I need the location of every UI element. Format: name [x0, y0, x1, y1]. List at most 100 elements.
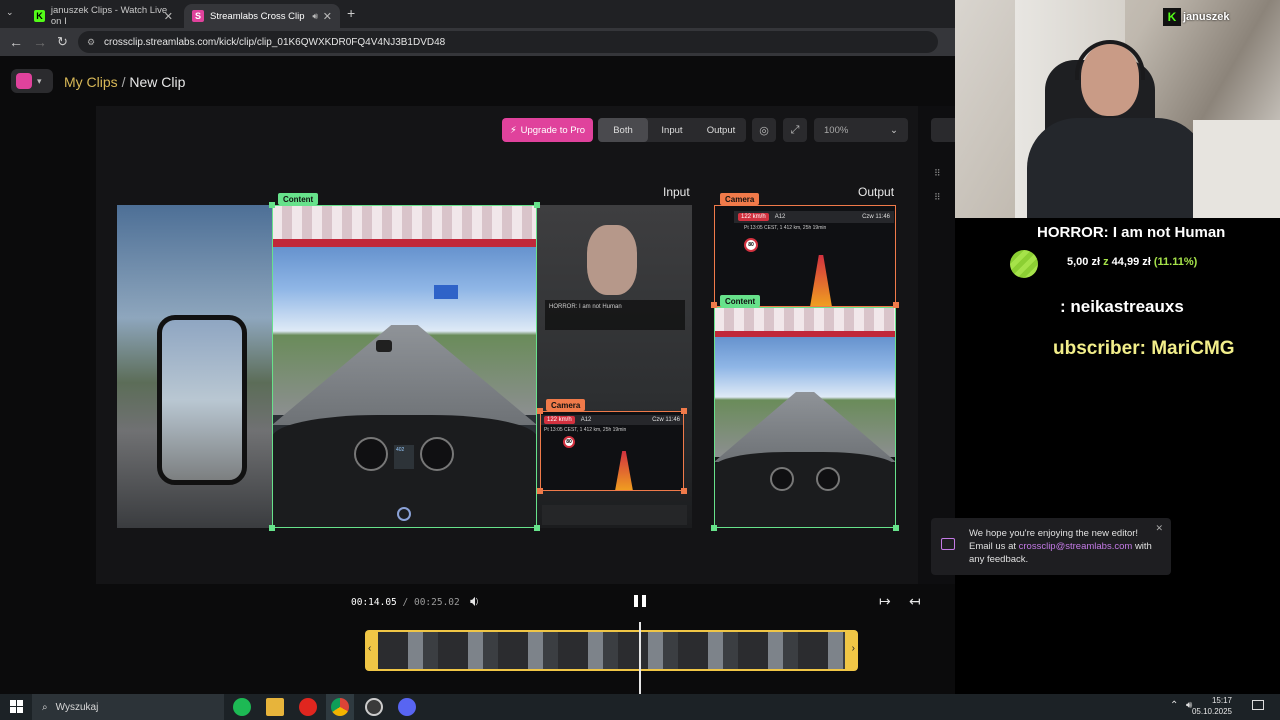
- feedback-toast: We hope you're enjoying the new editor! …: [931, 518, 1171, 575]
- resize-handle[interactable]: [269, 202, 275, 208]
- clock-date: 05.10.2025: [1191, 707, 1232, 716]
- input-heading: Input: [663, 185, 690, 199]
- kick-brand-logo: K januszek: [1163, 8, 1229, 26]
- pause-icon[interactable]: [634, 595, 646, 609]
- set-end-icon[interactable]: ↤: [909, 593, 921, 610]
- address-bar[interactable]: ⚙ crossclip.streamlabs.com/kick/clip/cli…: [78, 31, 938, 53]
- mode-input-button[interactable]: Input: [648, 118, 696, 142]
- resize-handle[interactable]: [681, 408, 687, 414]
- feedback-email-link[interactable]: crossclip@streamlabs.com: [1019, 541, 1133, 552]
- goal-percent: (11.11%): [1153, 256, 1198, 268]
- mode-both-button[interactable]: Both: [598, 118, 648, 142]
- windows-start-icon[interactable]: [10, 700, 23, 713]
- crossclip-logo-icon: [16, 73, 32, 89]
- forward-icon[interactable]: →: [33, 34, 47, 50]
- tab-search-chevron-icon[interactable]: ⌄: [6, 7, 14, 18]
- resize-handle[interactable]: [681, 488, 687, 494]
- toast-line1: We hope you're enjoying the new editor!: [969, 528, 1139, 539]
- goal-target: 44,99 zł: [1111, 256, 1151, 268]
- mode-output-button[interactable]: Output: [696, 118, 746, 142]
- layers-panel: ⠿ ⠿: [918, 106, 955, 584]
- resize-handle[interactable]: [893, 525, 899, 531]
- volume-icon[interactable]: 🔉︎: [470, 593, 479, 610]
- resize-handle[interactable]: [893, 302, 899, 308]
- streamer-shirt-image: [1027, 118, 1207, 218]
- donation-goal: 5,00 zł z 44,99 zł (11.11%): [1067, 256, 1197, 268]
- notifications-icon[interactable]: [1252, 700, 1264, 710]
- chevron-down-icon: ⌄: [890, 124, 898, 136]
- resize-handle[interactable]: [711, 302, 717, 308]
- upgrade-to-pro-button[interactable]: ⚡︎ Upgrade to Pro: [502, 118, 593, 142]
- game-hotbar-image: [542, 505, 687, 525]
- chrome-taskbar-active[interactable]: [326, 694, 354, 720]
- file-explorer-icon[interactable]: [266, 698, 284, 716]
- back-icon[interactable]: ←: [9, 34, 23, 50]
- resize-handle[interactable]: [537, 408, 543, 414]
- panel-button[interactable]: [931, 118, 955, 142]
- clock-time: 15:17: [1211, 696, 1232, 705]
- set-start-icon[interactable]: ↦: [879, 593, 891, 610]
- drag-handle-icon[interactable]: ⠿: [934, 192, 941, 203]
- input-camera-outline[interactable]: [540, 411, 684, 491]
- tab-streamlabs[interactable]: S Streamlabs Cross Clip 🔊︎ ✕: [184, 4, 340, 28]
- output-content-outline[interactable]: [714, 307, 896, 528]
- kick-logo-icon: K: [1163, 8, 1181, 26]
- reload-icon[interactable]: ↻: [57, 34, 68, 50]
- goal-current: 5,00 zł: [1067, 256, 1101, 268]
- resize-handle[interactable]: [711, 525, 717, 531]
- streamer-figure-image: [587, 225, 637, 295]
- tab-januszek-clips[interactable]: K januszek Clips - Watch Live on I ✕: [26, 4, 181, 28]
- fullscreen-icon[interactable]: ⤢: [783, 118, 807, 142]
- resize-handle[interactable]: [534, 525, 540, 531]
- tab-audio-icon[interactable]: 🔊︎: [312, 11, 318, 22]
- browser-toolbar: ← → ↻ ⚙ crossclip.streamlabs.com/kick/cl…: [0, 28, 955, 56]
- content-tag: Content: [720, 295, 761, 307]
- opera-icon[interactable]: [299, 698, 317, 716]
- streamer-webcam-overlay: K januszek: [955, 0, 1280, 218]
- focus-crop-icon[interactable]: ◎: [752, 118, 776, 142]
- search-icon: ⌕: [42, 701, 48, 713]
- breadcrumb-my-clips[interactable]: My Clips: [64, 74, 118, 90]
- browser-tab-bar: ⌄ K januszek Clips - Watch Live on I ✕ S…: [0, 0, 955, 28]
- kick-favicon-icon: K: [34, 10, 45, 22]
- streamlabs-favicon-icon: S: [192, 10, 204, 22]
- trim-left-handle-icon[interactable]: ‹: [368, 643, 371, 654]
- toast-message: We hope you're enjoying the new editor! …: [969, 527, 1152, 566]
- playhead[interactable]: [639, 622, 641, 694]
- resize-handle[interactable]: [537, 488, 543, 494]
- output-heading: Output: [858, 185, 895, 199]
- toast-line2-suffix: with: [1134, 541, 1152, 552]
- close-icon[interactable]: ✕: [1155, 523, 1163, 534]
- search-placeholder: Wyszukaj: [55, 701, 99, 713]
- bed-sheets-image: [1193, 120, 1280, 218]
- toast-line3: any feedback.: [969, 554, 1029, 565]
- tab-close-icon[interactable]: ✕: [164, 10, 173, 23]
- tab-close-icon[interactable]: ✕: [323, 10, 332, 23]
- chat-bubble-icon: [941, 538, 955, 550]
- new-tab-icon[interactable]: +: [347, 5, 355, 21]
- camera-tag: Camera: [720, 193, 760, 205]
- site-info-icon[interactable]: ⚙: [87, 37, 95, 48]
- timeline-filmstrip-image[interactable]: [378, 632, 845, 669]
- tab-title: januszek Clips - Watch Live on I: [50, 5, 168, 27]
- input-content-outline[interactable]: [272, 205, 537, 528]
- upgrade-label: Upgrade to Pro: [520, 124, 586, 136]
- taskbar-clock[interactable]: 15:17 05.10.2025: [1192, 695, 1232, 717]
- zoom-select[interactable]: 100% ⌄: [814, 118, 908, 142]
- tray-chevron-icon[interactable]: ⌃: [1170, 700, 1178, 711]
- url-text: crossclip.streamlabs.com/kick/clip/clip_…: [104, 36, 446, 48]
- total-time: 00:25.02: [413, 597, 460, 608]
- output-camera-outline[interactable]: [714, 205, 896, 307]
- left-gutter: [0, 106, 96, 584]
- obs-icon[interactable]: [365, 698, 383, 716]
- side-mirror-image: [157, 315, 247, 485]
- trim-right-handle-icon[interactable]: ›: [852, 643, 855, 654]
- discord-icon[interactable]: [398, 698, 416, 716]
- resize-handle[interactable]: [269, 525, 275, 531]
- app-menu-button[interactable]: ▾: [11, 69, 53, 93]
- spotify-icon[interactable]: [233, 698, 251, 716]
- drag-handle-icon[interactable]: ⠿: [934, 168, 941, 179]
- resize-handle[interactable]: [534, 202, 540, 208]
- breadcrumb-separator: /: [121, 74, 126, 90]
- taskbar-search[interactable]: ⌕ Wyszukaj: [32, 694, 224, 720]
